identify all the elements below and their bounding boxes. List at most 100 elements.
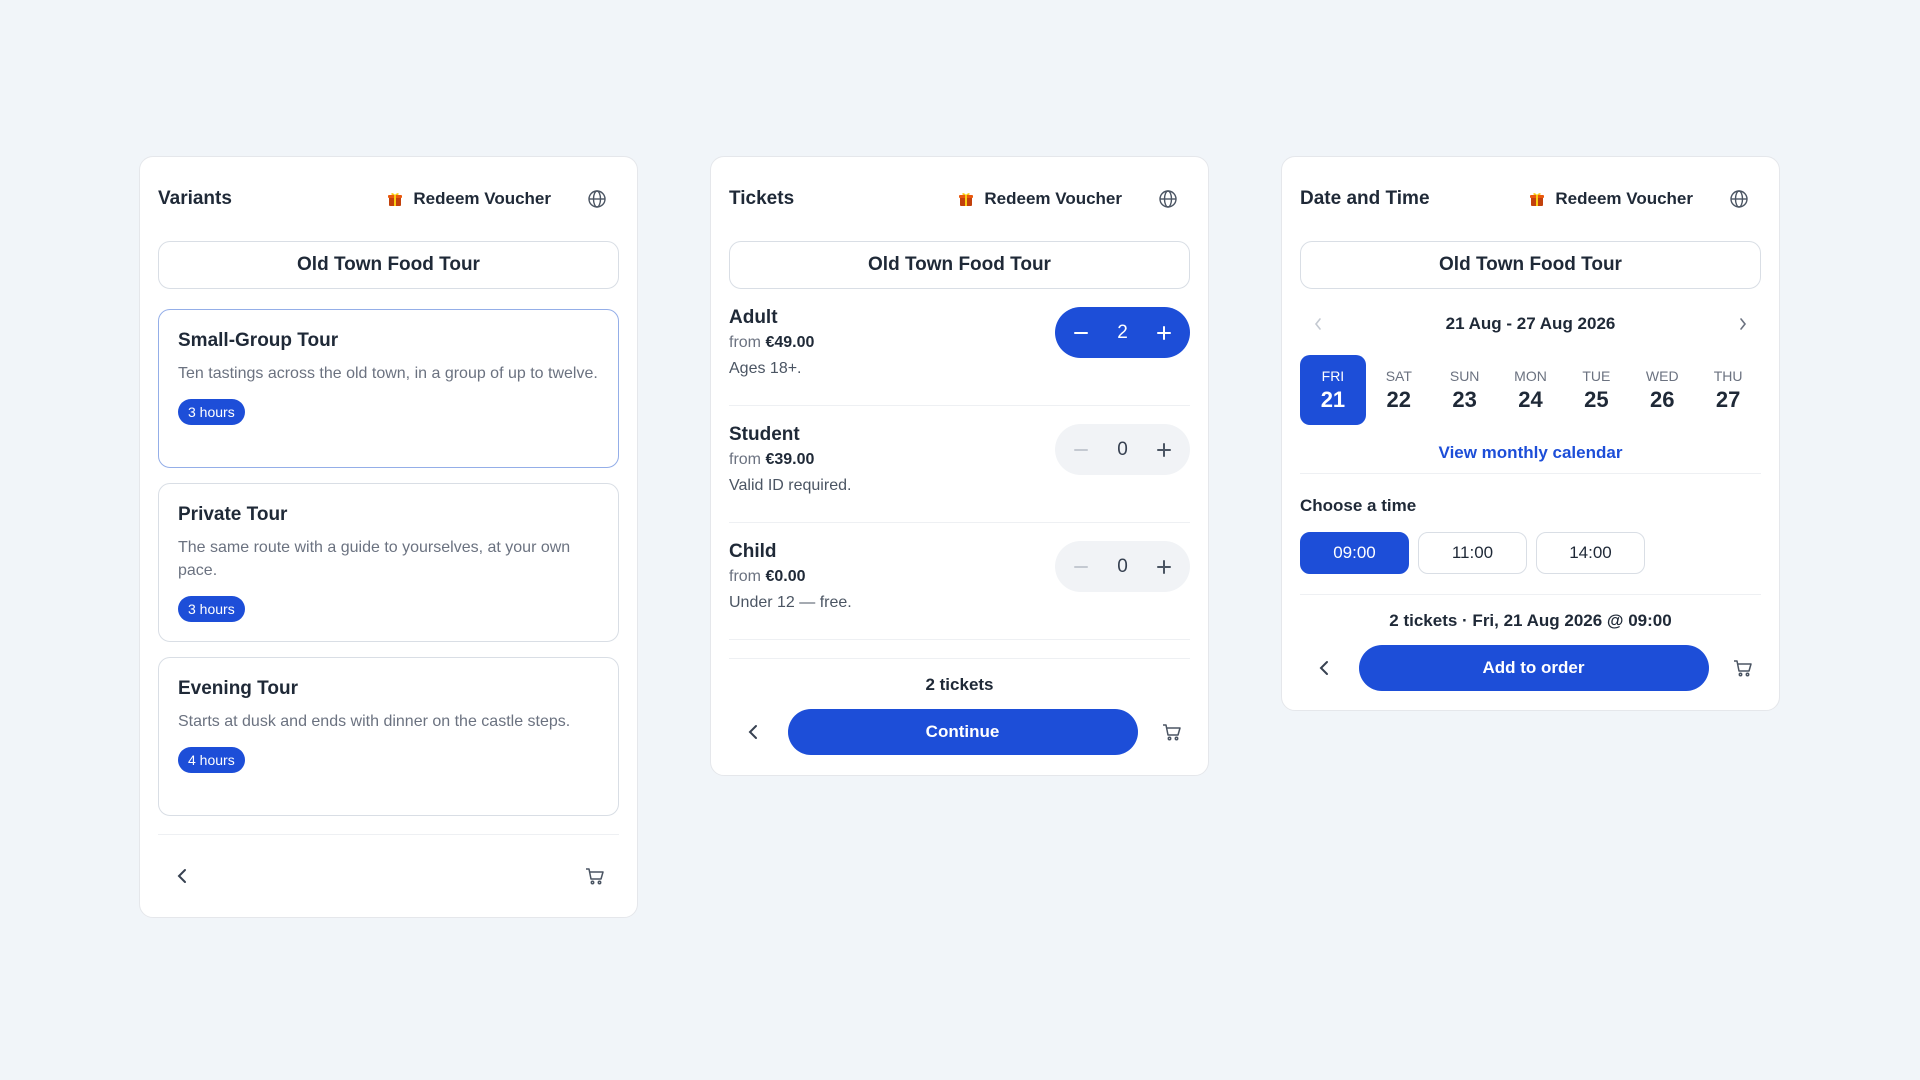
view-monthly-calendar-link[interactable]: View monthly calendar — [1300, 443, 1761, 463]
day-name: TUE — [1582, 367, 1611, 384]
minus-button[interactable] — [1067, 319, 1095, 347]
redeem-voucher-label: Redeem Voucher — [984, 189, 1122, 208]
minus-button[interactable] — [1067, 553, 1095, 581]
redeem-voucher-button[interactable]: Redeem Voucher — [958, 189, 1122, 209]
variant-description: Starts at dusk and ends with dinner on t… — [178, 713, 571, 730]
time-slot-1400[interactable]: 14:00 — [1536, 532, 1645, 574]
variant-description: The same route with a guide to yourselve… — [178, 539, 571, 579]
panel-header: Variants Redeem Voucher — [158, 157, 619, 241]
variant-title: Small-Group Tour — [178, 330, 339, 351]
day-name: SUN — [1449, 367, 1480, 384]
continue-button[interactable]: Continue — [787, 709, 1138, 755]
ticket-row-adult: Adult from €49.00 Ages 18+. 2 — [729, 289, 1190, 406]
product-name: Old Town Food Tour — [158, 241, 619, 289]
time-slots: 09:00 11:00 14:00 — [1300, 532, 1761, 574]
divider — [1300, 473, 1761, 474]
tickets-panel: Tickets Redeem Voucher Old Town Food Tou… — [710, 156, 1209, 776]
back-chevron-icon[interactable] — [1312, 656, 1336, 680]
ticket-price: from €49.00 — [729, 334, 815, 351]
variant-card-private[interactable]: Private Tour The same route with a guide… — [158, 483, 619, 642]
ticket-name: Adult — [729, 307, 778, 328]
choose-time-label: Choose a time — [1300, 496, 1417, 515]
duration-badge: 4 hours — [178, 747, 245, 773]
week-navigator: 21 Aug - 27 Aug 2026 — [1300, 309, 1761, 339]
week-range: 21 Aug - 27 Aug 2026 — [1445, 314, 1616, 333]
next-week-icon[interactable] — [1731, 312, 1755, 336]
panel-title: Variants — [158, 188, 232, 209]
gift-icon — [1529, 191, 1545, 207]
day-wed-26[interactable]: WED 26 — [1629, 355, 1695, 425]
plus-button[interactable] — [1150, 553, 1178, 581]
redeem-voucher-button[interactable]: Redeem Voucher — [387, 189, 551, 209]
day-thu-27[interactable]: THU 27 — [1695, 355, 1761, 425]
quantity-value: 0 — [1117, 438, 1128, 460]
day-name: FRI — [1321, 367, 1345, 384]
ticket-name: Child — [729, 541, 777, 562]
product-name: Old Town Food Tour — [1300, 241, 1761, 289]
back-chevron-icon[interactable] — [741, 720, 765, 744]
redeem-voucher-button[interactable]: Redeem Voucher — [1529, 189, 1693, 209]
plus-button[interactable] — [1150, 436, 1178, 464]
day-fri-21[interactable]: FRI 21 — [1300, 355, 1366, 425]
plus-button[interactable] — [1150, 319, 1178, 347]
day-number: 23 — [1452, 386, 1477, 412]
action-row: Add to order — [1300, 645, 1761, 691]
day-number: 24 — [1518, 386, 1543, 412]
day-picker: FRI 21 SAT 22 SUN 23 MON 24 TUE 25 WED 2… — [1300, 355, 1761, 425]
action-row: Continue — [729, 709, 1190, 755]
panel-footer — [158, 835, 619, 917]
minus-button[interactable] — [1067, 436, 1095, 464]
variant-description: Ten tastings across the old town, in a g… — [178, 365, 598, 382]
day-name: MON — [1514, 367, 1547, 384]
prev-week-icon[interactable] — [1306, 312, 1330, 336]
globe-icon[interactable] — [1729, 189, 1749, 209]
order-summary: 2 tickets · Fri, 21 Aug 2026 @ 09:00 — [1389, 611, 1672, 630]
panel-header: Date and Time Redeem Voucher — [1300, 157, 1761, 241]
day-number: 21 — [1320, 386, 1346, 412]
cart-icon[interactable] — [1731, 656, 1755, 680]
globe-icon[interactable] — [587, 189, 607, 209]
day-number: 26 — [1649, 386, 1675, 412]
ticket-row-child: Child from €0.00 Under 12 — free. 0 — [729, 523, 1190, 640]
globe-icon[interactable] — [1158, 189, 1178, 209]
ticket-row-student: Student from €39.00 Valid ID required. 0 — [729, 406, 1190, 523]
cart-icon[interactable] — [583, 864, 607, 888]
redeem-voucher-label: Redeem Voucher — [1555, 189, 1693, 208]
day-sun-23[interactable]: SUN 23 — [1432, 355, 1498, 425]
gift-icon — [387, 191, 403, 207]
redeem-voucher-label: Redeem Voucher — [413, 189, 551, 208]
ticket-name: Student — [729, 424, 800, 445]
date-time-panel: Date and Time Redeem Voucher Old Town Fo… — [1281, 156, 1780, 711]
ticket-note: Ages 18+. — [729, 360, 802, 377]
day-number: 25 — [1584, 386, 1609, 412]
variant-title: Evening Tour — [178, 678, 298, 699]
day-sat-22[interactable]: SAT 22 — [1366, 355, 1432, 425]
variant-title: Private Tour — [178, 504, 288, 525]
variant-card-evening[interactable]: Evening Tour Starts at dusk and ends wit… — [158, 657, 619, 816]
day-name: SAT — [1385, 367, 1412, 384]
day-number: 22 — [1386, 386, 1412, 412]
day-tue-25[interactable]: TUE 25 — [1563, 355, 1629, 425]
time-slot-1100[interactable]: 11:00 — [1418, 532, 1527, 574]
ticket-price: from €39.00 — [729, 451, 815, 468]
day-name: THU — [1713, 367, 1743, 384]
ticket-note: Valid ID required. — [729, 477, 852, 494]
ticket-note: Under 12 — free. — [729, 594, 852, 611]
day-mon-24[interactable]: MON 24 — [1498, 355, 1564, 425]
back-chevron-icon[interactable] — [170, 864, 194, 888]
ticket-price: from €0.00 — [729, 568, 806, 585]
day-name: WED — [1645, 367, 1679, 384]
quantity-value: 0 — [1117, 555, 1128, 577]
product-name: Old Town Food Tour — [729, 241, 1190, 289]
quantity-value: 2 — [1117, 321, 1128, 343]
quantity-stepper: 0 — [1055, 541, 1190, 592]
add-to-order-button[interactable]: Add to order — [1358, 645, 1709, 691]
variant-card-small-group[interactable]: Small-Group Tour Ten tastings across the… — [158, 309, 619, 468]
duration-badge: 3 hours — [178, 596, 245, 622]
time-slot-0900[interactable]: 09:00 — [1300, 532, 1409, 574]
quantity-stepper: 2 — [1055, 307, 1190, 358]
cart-icon[interactable] — [1160, 720, 1184, 744]
ticket-summary: 2 tickets — [925, 675, 994, 694]
day-number: 27 — [1715, 386, 1741, 412]
panel-title: Tickets — [729, 188, 795, 209]
